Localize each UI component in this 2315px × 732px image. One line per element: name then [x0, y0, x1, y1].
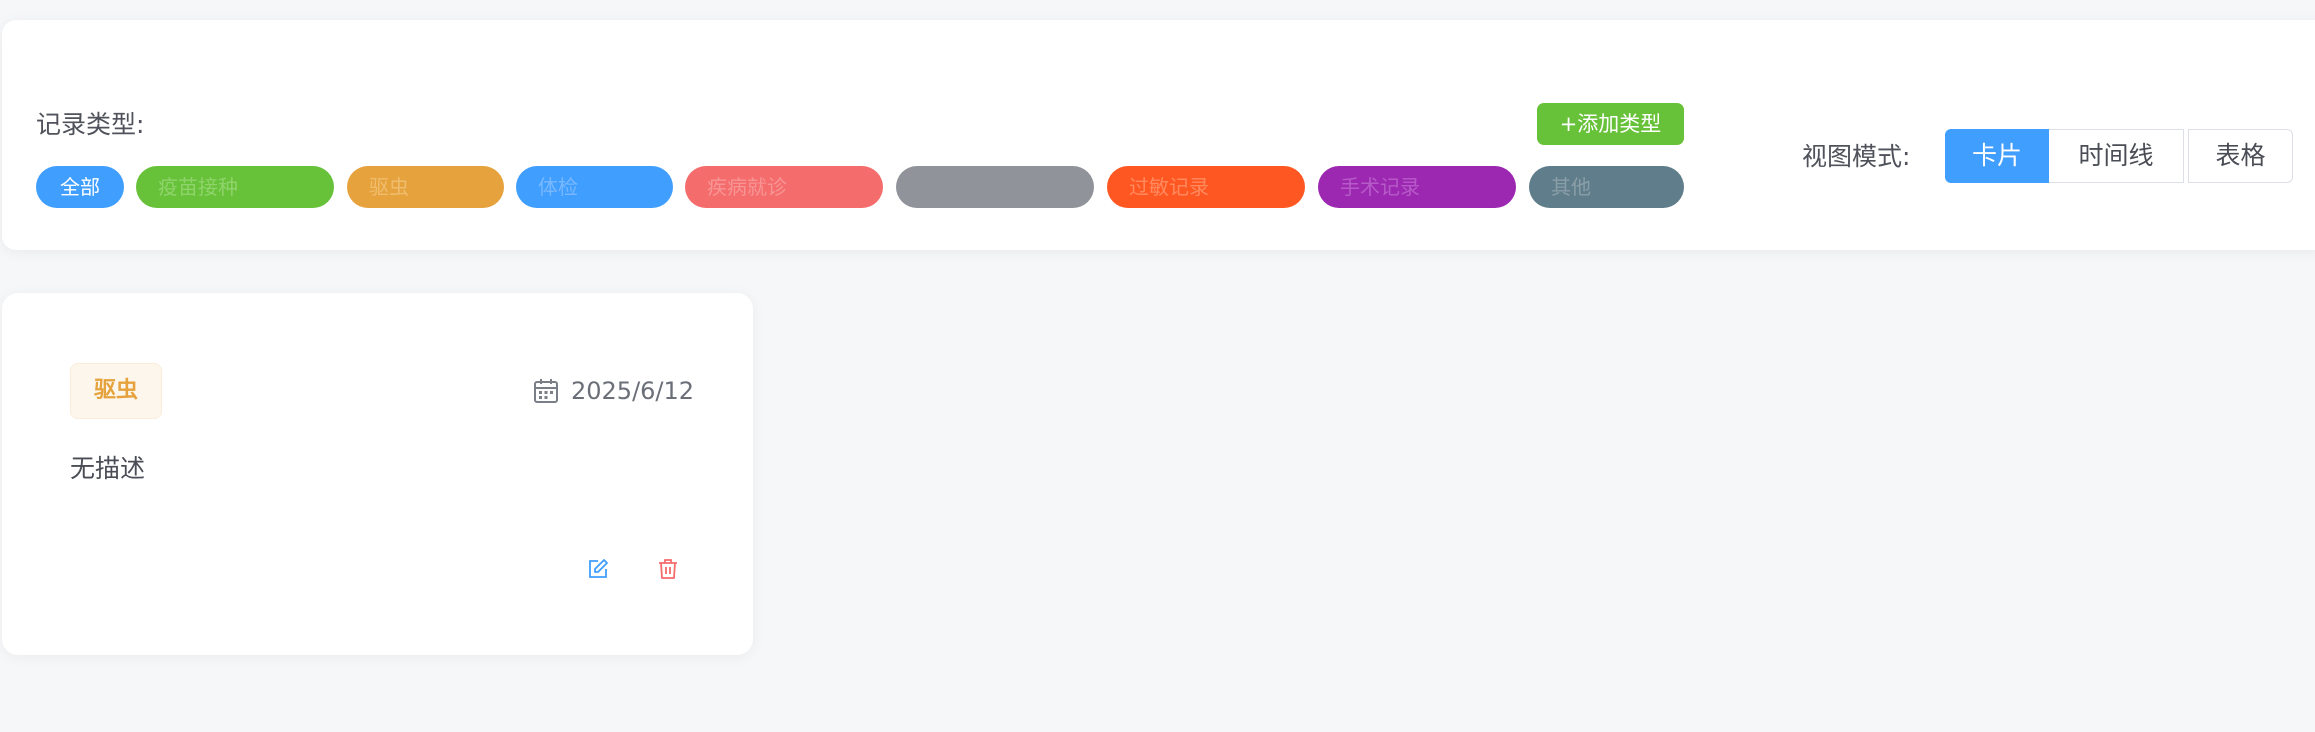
delete-icon[interactable] [652, 553, 684, 585]
record-type-filter-panel: 记录类型: +添加类型 全部 疫苗接种 驱虫 体检 疾病就诊 过敏记录 手术记录… [2, 20, 2315, 250]
view-timeline-button[interactable]: 时间线 [2049, 129, 2184, 183]
add-type-button[interactable]: +添加类型 [1537, 103, 1684, 145]
calendar-icon [534, 379, 558, 403]
record-description: 无描述 [70, 454, 146, 483]
filter-chip-other[interactable]: 其他 [1529, 166, 1684, 208]
filter-chip-deworming[interactable]: 驱虫 [347, 166, 504, 208]
filter-chip-surgery[interactable]: 手术记录 [1318, 166, 1516, 208]
edit-icon[interactable] [582, 553, 614, 585]
view-mode-label: 视图模式: [1802, 142, 1911, 171]
view-table-button[interactable]: 表格 [2188, 129, 2293, 183]
filter-chip-all[interactable]: 全部 [36, 166, 124, 208]
record-date: 2025/6/12 [533, 373, 694, 409]
filter-chip-unlabeled[interactable] [896, 166, 1094, 208]
view-card-button[interactable]: 卡片 [1945, 129, 2049, 183]
record-card: 驱虫 2025/6/12 无描述 [2, 293, 753, 655]
record-type-label: 记录类型: [36, 110, 145, 139]
record-type-tag: 驱虫 [70, 363, 162, 419]
record-date-text: 2025/6/12 [571, 377, 695, 405]
filter-chip-illness-visit[interactable]: 疾病就诊 [685, 166, 883, 208]
filter-chip-checkup[interactable]: 体检 [516, 166, 673, 208]
filter-chip-vaccination[interactable]: 疫苗接种 [136, 166, 334, 208]
filter-chip-allergy[interactable]: 过敏记录 [1107, 166, 1305, 208]
